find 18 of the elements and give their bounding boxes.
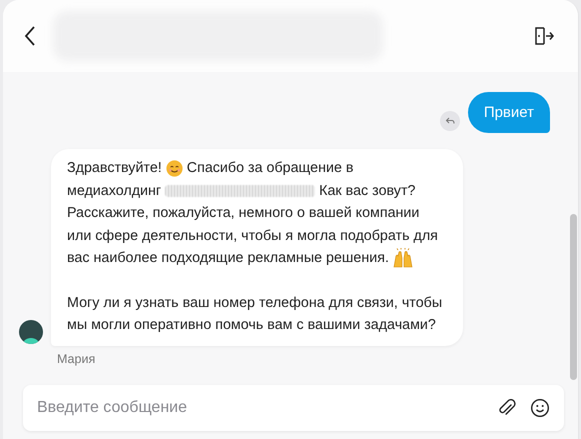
sent-message: Првиет (468, 92, 550, 133)
raised-hands-icon (392, 248, 413, 268)
message-text: Спасибо за обращение в (186, 159, 354, 178)
reply-icon[interactable] (440, 111, 460, 131)
emoji-icon[interactable] (528, 396, 552, 420)
message-text: или сфере деятельности, чтобы я могла подобрать для (67, 226, 438, 246)
message-text: медиахолдинг (67, 182, 162, 200)
scrollbar[interactable] (570, 214, 577, 380)
message-text: Как вас зовут? (319, 182, 416, 200)
message-field[interactable]: Введите сообщение (23, 385, 564, 431)
message-text: Могу ли я узнать ваш номер телефона для связи, чтобы (67, 294, 442, 312)
smiling-face-icon (166, 160, 183, 177)
author-name: Мария (57, 352, 96, 366)
message-text: Здравствуйте! (67, 159, 162, 178)
message-text: мы могли оперативно помочь вам с вашими задачами? (67, 316, 436, 335)
message-input[interactable]: Введите сообщение (35, 398, 484, 418)
message-text: вас наиболее подходящие рекламные решения. (67, 249, 389, 268)
message-text: Расскажите, пожалуйста, немного о вашей компании (67, 204, 420, 223)
